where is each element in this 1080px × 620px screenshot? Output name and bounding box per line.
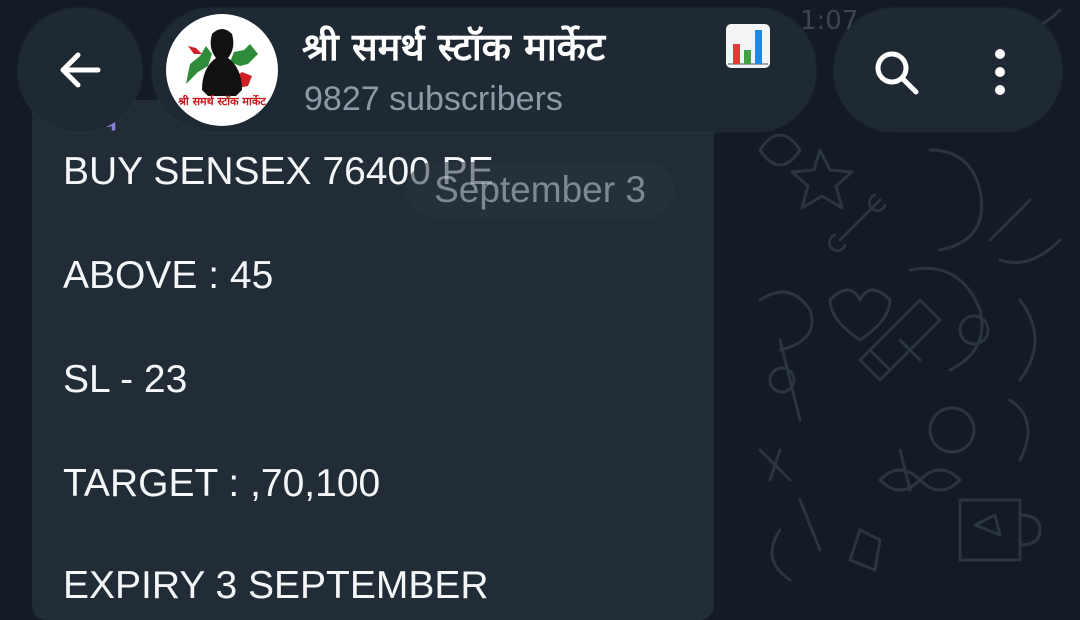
subscriber-count: 9827 subscribers [304,80,563,118]
bar-chart-icon [726,24,770,68]
message-line-target: TARGET : ,70,100 [63,462,381,505]
search-icon[interactable] [870,46,922,98]
date-separator: September 3 [406,162,674,218]
more-vertical-icon[interactable] [974,46,1026,98]
message-line-expiry: EXPIRY 3 SEPTEMBER [63,564,489,607]
channel-title: श्री समर्थ स्टॉक मार्केट [302,25,605,69]
avatar-caption: श्री समर्थ स्टॉक मार्केट [178,95,266,108]
message-line-sl: SL - 23 [63,358,188,401]
channel-header[interactable]: श्री समर्थ स्टॉक मार्केट श्री समर्थ स्टॉ… [152,8,816,132]
channel-avatar[interactable]: श्री समर्थ स्टॉक मार्केट [166,14,278,126]
header-actions [834,8,1062,132]
avatar-logo [186,29,258,96]
arrow-left-icon [60,52,101,88]
back-button[interactable] [18,8,142,132]
message-line-above: ABOVE : 45 [63,254,274,297]
